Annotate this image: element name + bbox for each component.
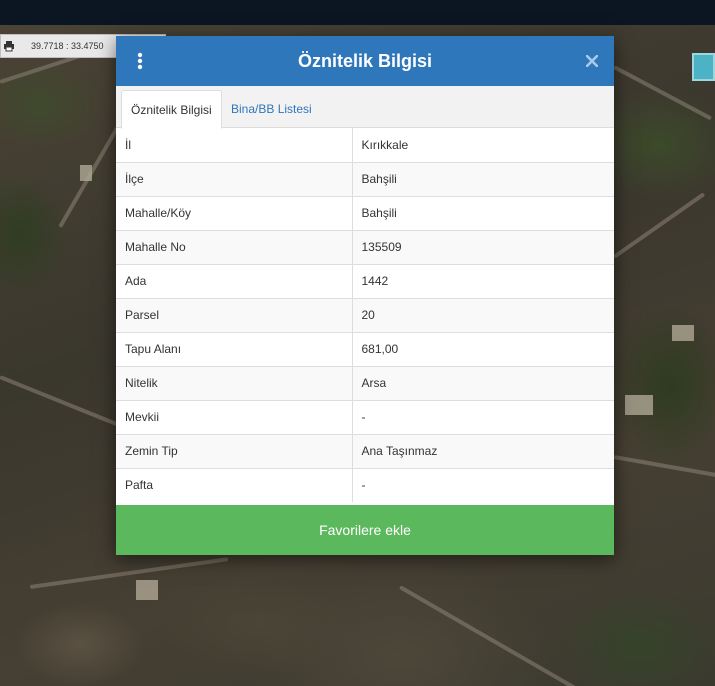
row-label: Ada [116,263,353,298]
table-row: Mahalle/Köy Bahşili [116,195,614,230]
row-value: Arsa [352,365,614,400]
add-to-favorites-button[interactable]: Favorilere ekle [116,505,614,555]
row-value: 20 [352,297,614,332]
row-value: 1442 [352,263,614,298]
coordinate-readout: 39.7718 : 33.4750 [31,41,104,51]
pool-feature [692,53,715,81]
row-value: Bahşili [352,161,614,196]
tab-bar: Öznitelik Bilgisi Bina/BB Listesi [116,86,614,129]
table-row: Parsel 20 [116,297,614,332]
table-row: Zemin Tip Ana Taşınmaz [116,433,614,468]
table-row: Pafta - [116,467,614,502]
tab-building-list[interactable]: Bina/BB Listesi [222,90,321,128]
row-label: Mahalle No [116,229,353,264]
dialog-title: Öznitelik Bilgisi [297,50,433,71]
row-label: Pafta [116,467,353,502]
row-value: 681,00 [352,331,614,366]
table-row: İl Kırıkkale [116,128,614,162]
row-label: Zemin Tip [116,433,353,468]
row-value: Kırıkkale [361,137,409,152]
attribute-table: İl Kırıkkale İlçe Bahşili Mahalle/Köy Ba… [116,128,614,502]
table-row: İlçe Bahşili [116,161,614,196]
close-icon[interactable] [582,51,602,71]
row-label: Nitelik [116,365,353,400]
row-value: Bahşili [352,195,614,230]
top-bar [0,0,715,25]
table-row: Ada 1442 [116,263,614,298]
vertical-dots-icon[interactable] [132,49,148,73]
row-value: - [352,467,614,502]
tab-attribute-info[interactable]: Öznitelik Bilgisi [121,90,222,129]
table-row: Mevkii - [116,399,614,434]
row-value: 135509 [352,229,614,264]
table-row: Nitelik Arsa [116,365,614,400]
row-value: Ana Taşınmaz [352,433,614,468]
table-row: Mahalle No 135509 [116,229,614,264]
dialog-header: Öznitelik Bilgisi [116,36,614,86]
print-icon[interactable] [1,34,17,58]
row-label: Mahalle/Köy [116,195,353,230]
row-label: Mevkii [116,399,353,434]
row-label: Parsel [116,297,353,332]
attribute-info-dialog: Öznitelik Bilgisi Öznitelik Bilgisi Bina… [116,36,614,555]
row-value: - [352,399,614,434]
row-label: İl [116,128,353,162]
row-label: İlçe [116,161,353,196]
row-label: Tapu Alanı [116,331,353,366]
table-row: Tapu Alanı 681,00 [116,331,614,366]
